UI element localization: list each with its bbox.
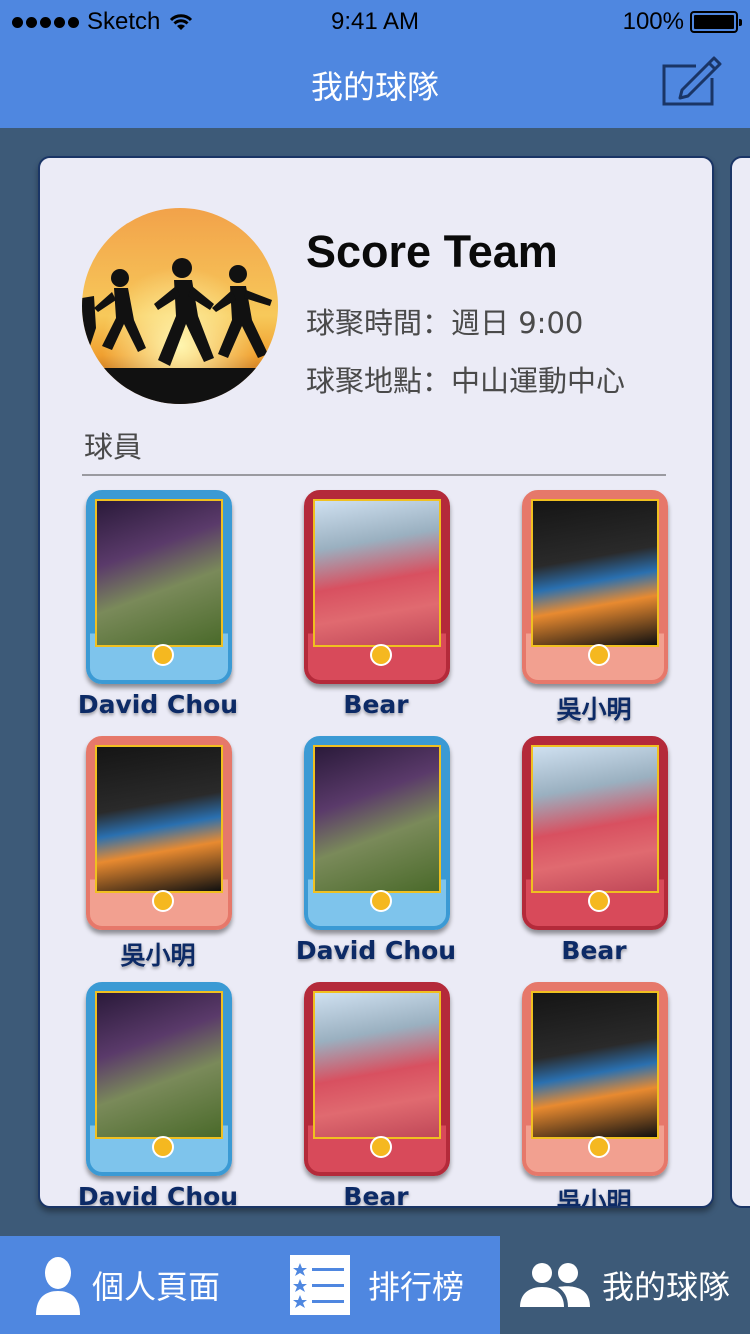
member-name: 吳小明 bbox=[556, 1187, 632, 1208]
member-name: Bear bbox=[343, 690, 409, 719]
member-card[interactable]: 吳小明 bbox=[58, 736, 258, 976]
member-name: Bear bbox=[343, 1182, 409, 1208]
team-meeting-time: 球聚時間：週日 9:00 bbox=[306, 306, 584, 340]
nav-title: 我的球隊 bbox=[310, 68, 439, 106]
status-bar: Sketch 9:41 AM 100% bbox=[0, 0, 750, 40]
member-card[interactable]: 吳小明 bbox=[494, 982, 694, 1208]
team-logo bbox=[82, 208, 278, 404]
member-frame bbox=[304, 490, 450, 684]
member-photo bbox=[313, 991, 441, 1139]
status-right: 100% bbox=[622, 8, 742, 36]
edit-square-icon bbox=[662, 56, 722, 106]
tab-bar: 個人頁面 排行榜 我的球隊 bbox=[0, 1236, 750, 1334]
member-photo bbox=[531, 745, 659, 893]
tab-profile[interactable]: 個人頁面 bbox=[0, 1236, 250, 1334]
team-badge-icon bbox=[370, 890, 392, 912]
member-photo bbox=[531, 499, 659, 647]
member-card[interactable]: David Chou bbox=[58, 982, 258, 1208]
members-divider bbox=[82, 474, 666, 476]
member-card[interactable]: 吳小明 bbox=[494, 490, 694, 730]
member-frame bbox=[86, 490, 232, 684]
member-frame bbox=[304, 736, 450, 930]
nav-bar: 我的球隊 bbox=[0, 40, 750, 128]
member-name: 吳小明 bbox=[556, 695, 632, 724]
battery-percent: 100% bbox=[622, 8, 684, 35]
member-photo bbox=[313, 499, 441, 647]
team-badge-icon bbox=[588, 1136, 610, 1158]
team-badge-icon bbox=[588, 644, 610, 666]
member-photo bbox=[531, 991, 659, 1139]
ranking-list-icon bbox=[290, 1255, 350, 1315]
team-logo-image bbox=[82, 208, 278, 404]
member-photo bbox=[313, 745, 441, 893]
team-badge-icon bbox=[152, 1136, 174, 1158]
member-card[interactable]: David Chou bbox=[58, 490, 258, 730]
team-badge-icon bbox=[588, 890, 610, 912]
tab-ranking-label: 排行榜 bbox=[368, 1268, 465, 1306]
team-badge-icon bbox=[370, 1136, 392, 1158]
person-icon bbox=[36, 1257, 80, 1315]
member-card[interactable]: Bear bbox=[494, 736, 694, 976]
member-card[interactable]: Bear bbox=[276, 490, 476, 730]
tab-my-team[interactable]: 我的球隊 bbox=[500, 1236, 750, 1334]
member-card[interactable]: David Chou bbox=[276, 736, 476, 976]
member-name: David Chou bbox=[77, 690, 239, 719]
member-photo bbox=[95, 745, 223, 893]
member-name: David Chou bbox=[77, 1182, 239, 1208]
team-badge-icon bbox=[152, 644, 174, 666]
next-team-card[interactable] bbox=[730, 156, 750, 1208]
battery-icon bbox=[690, 11, 742, 33]
edit-button[interactable] bbox=[660, 54, 722, 108]
member-photo bbox=[95, 991, 223, 1139]
team-icon bbox=[520, 1263, 590, 1307]
tab-profile-label: 個人頁面 bbox=[92, 1268, 221, 1306]
team-meeting-place: 球聚地點：中山運動中心 bbox=[306, 364, 626, 398]
member-frame bbox=[304, 982, 450, 1176]
member-name: David Chou bbox=[295, 936, 457, 965]
member-frame bbox=[522, 982, 668, 1176]
member-frame bbox=[86, 982, 232, 1176]
member-frame bbox=[522, 490, 668, 684]
team-card: Score Team 球聚時間：週日 9:00 球聚地點：中山運動中心 球員 D… bbox=[38, 156, 714, 1208]
tab-my-team-label: 我的球隊 bbox=[602, 1268, 731, 1306]
tab-ranking[interactable]: 排行榜 bbox=[250, 1236, 500, 1334]
team-badge-icon bbox=[370, 644, 392, 666]
member-photo bbox=[95, 499, 223, 647]
member-name: 吳小明 bbox=[120, 941, 196, 970]
member-frame bbox=[86, 736, 232, 930]
member-frame bbox=[522, 736, 668, 930]
member-name: Bear bbox=[561, 936, 627, 965]
members-section-title: 球員 bbox=[84, 430, 143, 464]
team-name: Score Team bbox=[306, 226, 558, 277]
member-card[interactable]: Bear bbox=[276, 982, 476, 1208]
team-badge-icon bbox=[152, 890, 174, 912]
